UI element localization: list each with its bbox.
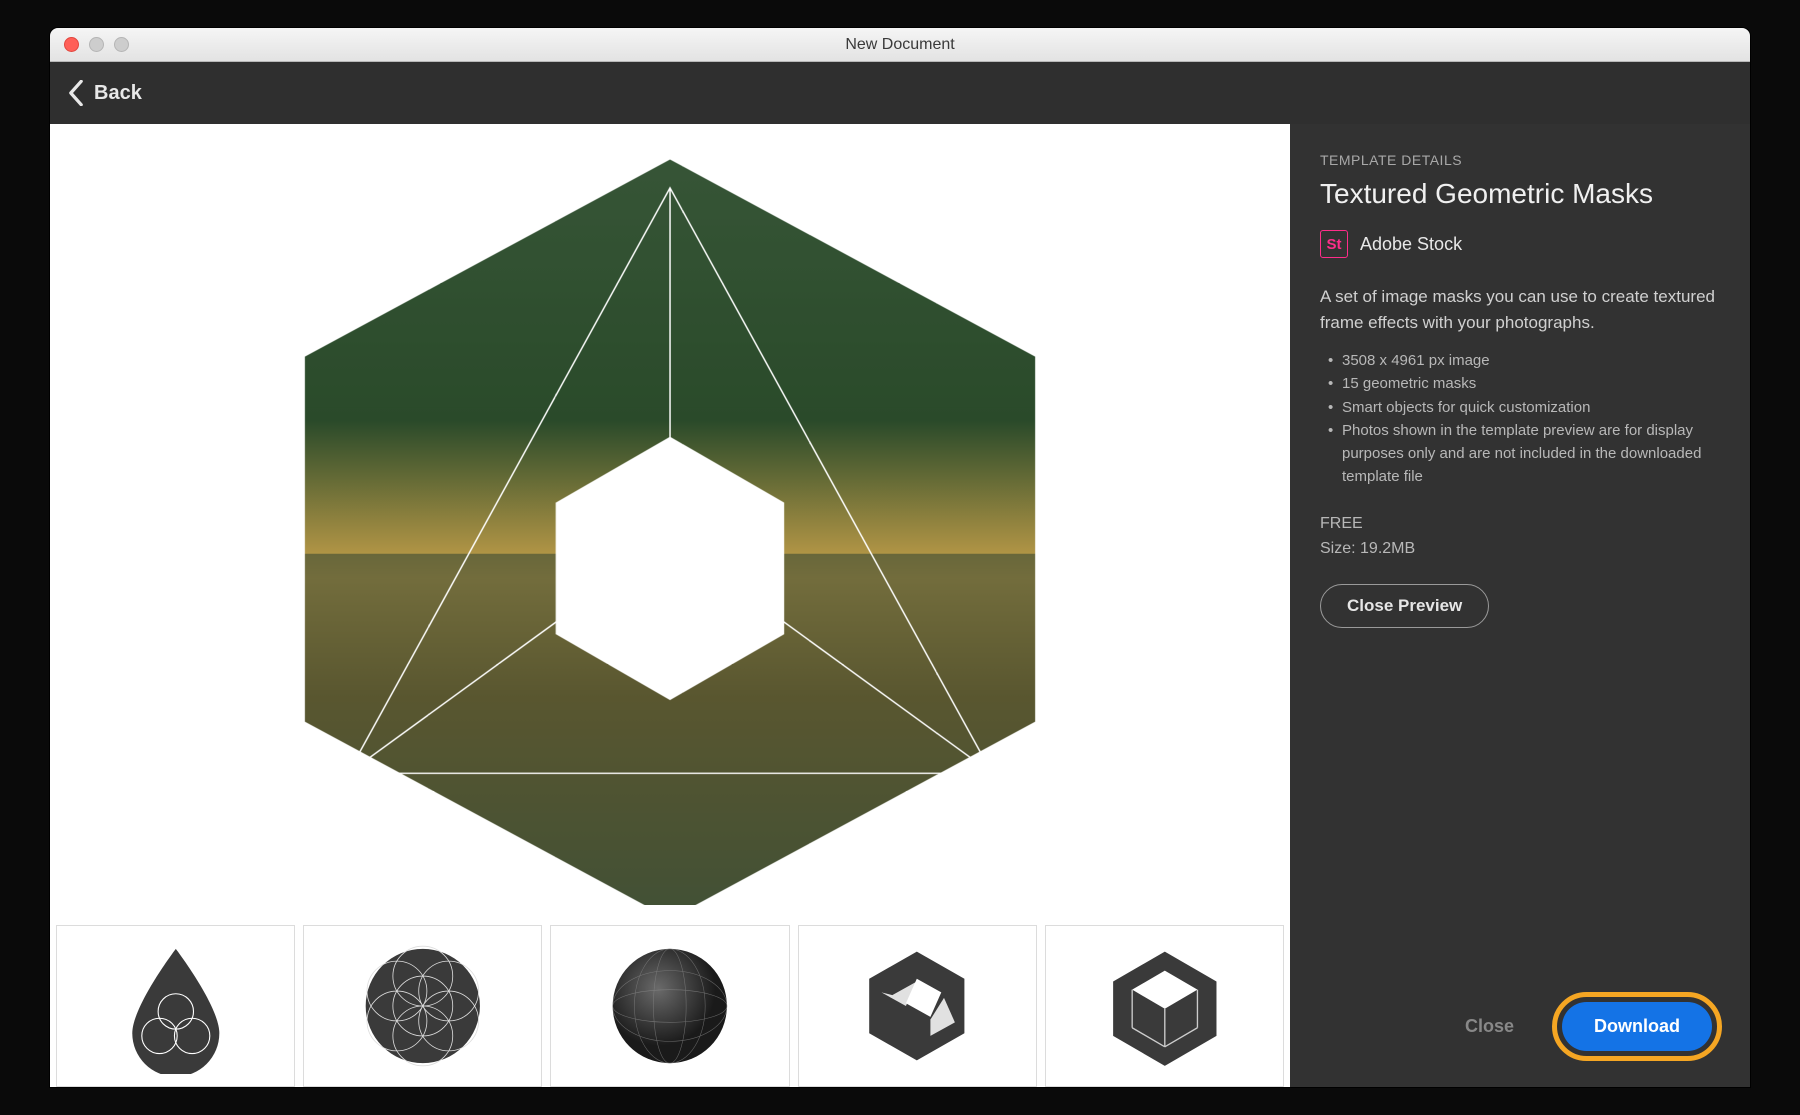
- toolbar: Back: [50, 62, 1750, 124]
- feature-item: Smart objects for quick customization: [1320, 396, 1720, 419]
- traffic-lights: [64, 37, 129, 52]
- template-title: Textured Geometric Masks: [1320, 178, 1720, 210]
- aperture-icon: [816, 938, 1018, 1074]
- thumbnail-4[interactable]: [798, 925, 1037, 1087]
- back-button[interactable]: Back: [68, 80, 142, 106]
- feature-item: 15 geometric masks: [1320, 372, 1720, 395]
- thumbnail-1[interactable]: [56, 925, 295, 1087]
- details-panel: TEMPLATE DETAILS Textured Geometric Mask…: [1290, 124, 1750, 1087]
- feature-item: 3508 x 4961 px image: [1320, 349, 1720, 372]
- flower-circle-icon: [322, 938, 524, 1074]
- window-maximize-button[interactable]: [114, 37, 129, 52]
- back-label: Back: [94, 82, 142, 105]
- preview-hero: [50, 124, 1290, 925]
- price-label: FREE: [1320, 511, 1720, 537]
- thumbnail-strip: [50, 925, 1290, 1087]
- window-close-button[interactable]: [64, 37, 79, 52]
- titlebar: New Document: [50, 28, 1750, 62]
- sphere-grid-icon: [569, 938, 771, 1074]
- content: TEMPLATE DETAILS Textured Geometric Mask…: [50, 124, 1750, 1087]
- source-row[interactable]: St Adobe Stock: [1320, 230, 1720, 258]
- close-preview-button[interactable]: Close Preview: [1320, 584, 1489, 628]
- size-label: Size: 19.2MB: [1320, 536, 1720, 562]
- new-document-window: New Document Back: [50, 28, 1750, 1087]
- feature-item: Photos shown in the template preview are…: [1320, 419, 1720, 489]
- section-label: TEMPLATE DETAILS: [1320, 152, 1720, 168]
- footer-buttons: Close Download: [1445, 992, 1722, 1061]
- download-highlight: Download: [1552, 992, 1722, 1061]
- adobe-stock-icon: St: [1320, 230, 1348, 258]
- template-description: A set of image masks you can use to crea…: [1320, 284, 1720, 335]
- feature-list: 3508 x 4961 px image 15 geometric masks …: [1320, 349, 1720, 489]
- thumbnail-5[interactable]: [1045, 925, 1284, 1087]
- preview-pane: [50, 124, 1290, 1087]
- window-title: New Document: [845, 36, 954, 54]
- thumbnail-3[interactable]: [550, 925, 789, 1087]
- hexagon-preview-image: [231, 144, 1109, 905]
- download-button[interactable]: Download: [1562, 1002, 1712, 1051]
- thumbnail-2[interactable]: [303, 925, 542, 1087]
- source-name: Adobe Stock: [1360, 234, 1462, 255]
- close-button[interactable]: Close: [1445, 1002, 1534, 1051]
- cube-hexagon-icon: [1064, 938, 1266, 1074]
- price-size: FREE Size: 19.2MB: [1320, 511, 1720, 562]
- drop-shape-icon: [75, 938, 277, 1074]
- window-minimize-button[interactable]: [89, 37, 104, 52]
- chevron-left-icon: [68, 80, 84, 106]
